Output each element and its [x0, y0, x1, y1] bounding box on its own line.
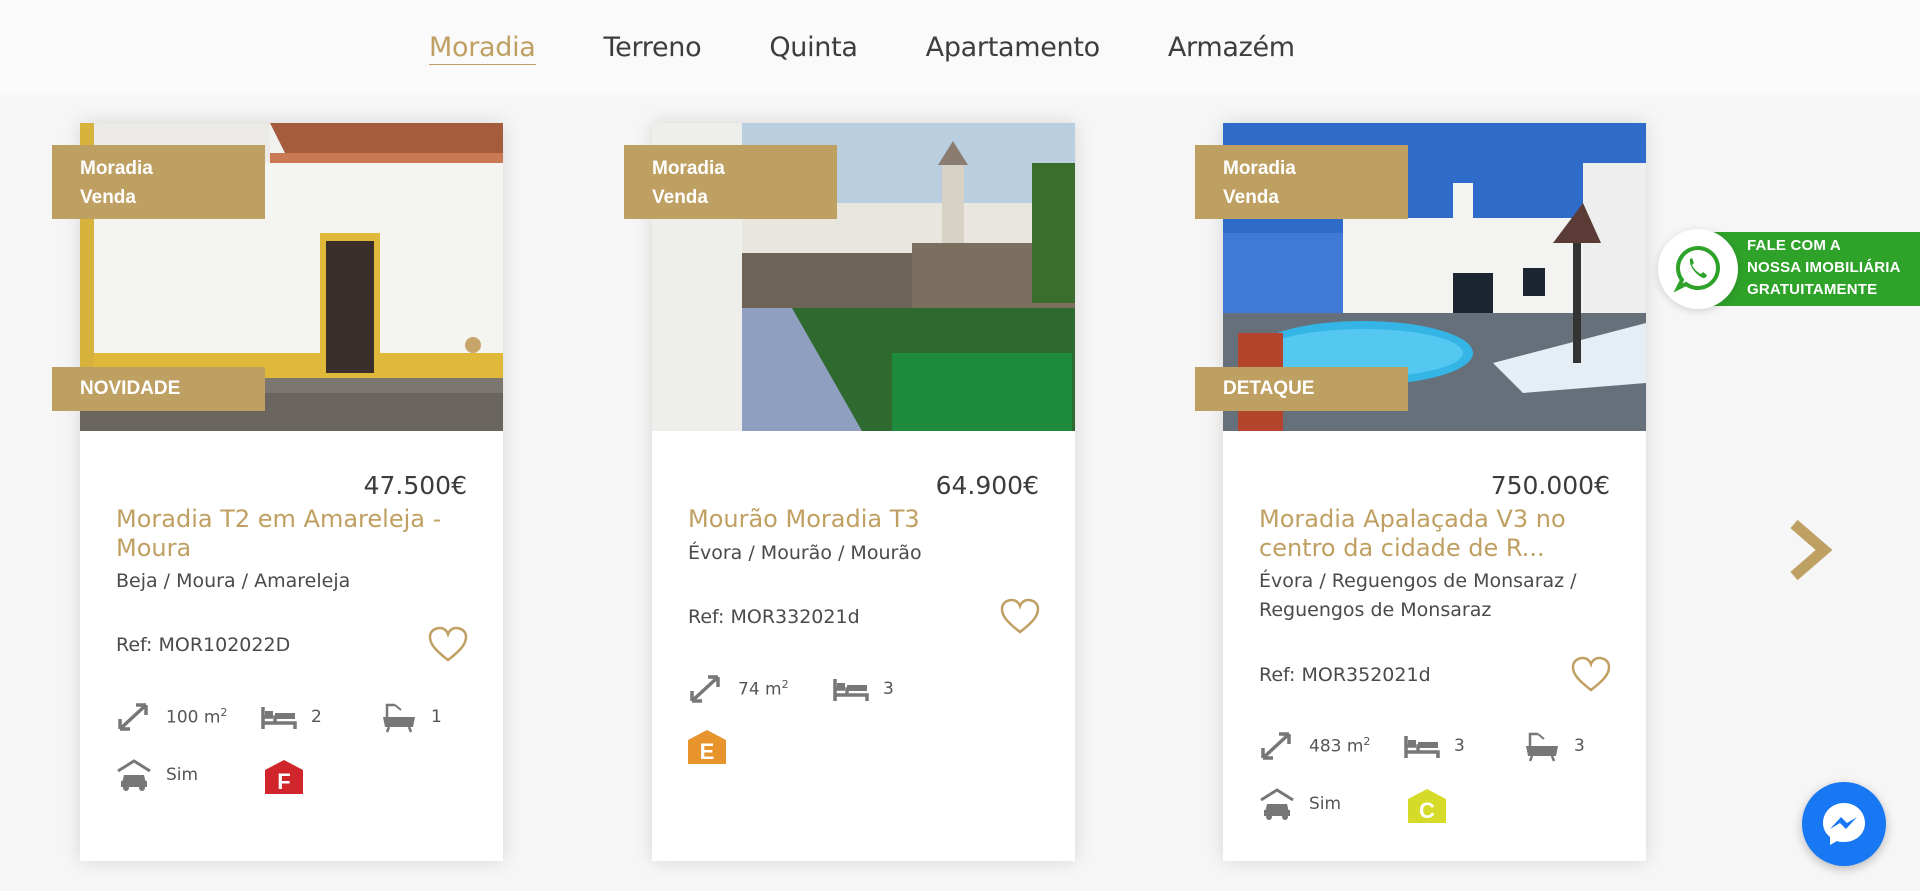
location: Évora / Mourão / Mourão [688, 542, 922, 564]
heart-icon[interactable] [999, 597, 1041, 635]
messenger-button[interactable] [1802, 782, 1886, 866]
resize-arrows-icon [118, 703, 148, 731]
price: 47.500€ [363, 471, 467, 500]
tab-apartamento[interactable]: Apartamento [926, 32, 1101, 65]
area-value: 74 m2 [738, 678, 789, 700]
property-type-tabs: Moradia Terreno Quinta Apartamento Armaz… [429, 32, 1363, 65]
bathtub-icon [383, 703, 415, 733]
property-title[interactable]: Moradia T2 em Amareleja - Moura [116, 505, 446, 563]
energy-rating-badge: E [688, 730, 726, 764]
bedrooms-value: 2 [311, 707, 322, 727]
property-card[interactable]: Moradia Venda NOVIDADE 47.500€ Moradia T… [52, 123, 503, 861]
badge-ribbon: NOVIDADE [52, 367, 265, 411]
ribbon-type: Moradia [80, 158, 153, 179]
energy-rating-badge: F [265, 760, 303, 794]
bedrooms-feature: 3 [833, 673, 894, 705]
bathrooms-value: 3 [1574, 736, 1585, 756]
whatsapp-button[interactable] [1658, 229, 1738, 309]
garage-value: Sim [166, 765, 199, 785]
location: Évora / Reguengos de Monsaraz / Reguengo… [1259, 570, 1577, 621]
bathtub-icon [1526, 732, 1558, 762]
bed-icon [261, 707, 297, 729]
property-title[interactable]: Moradia Apalaçada V3 no centro da cidade… [1259, 505, 1589, 563]
bed-icon [833, 679, 869, 701]
area-feature: 483 m2 [1259, 730, 1370, 762]
heart-icon[interactable] [427, 625, 469, 663]
area-feature: 74 m2 [688, 673, 789, 705]
bedrooms-feature: 3 [1404, 730, 1465, 762]
car-garage-icon [117, 759, 151, 791]
bedrooms-feature: 2 [261, 701, 322, 733]
area-value: 483 m2 [1309, 735, 1371, 757]
badge-ribbon: DETAQUE [1195, 367, 1408, 411]
area-feature: 100 m2 [116, 701, 227, 733]
garage-feature: Sim [1259, 788, 1341, 820]
bathrooms-feature: 3 [1524, 730, 1585, 762]
reference: Ref: MOR332021d [688, 606, 860, 628]
area-value: 100 m2 [166, 706, 228, 728]
bedrooms-value: 3 [883, 679, 894, 699]
property-card[interactable]: Moradia Venda DETAQUE 750.000€ Moradia A… [1195, 123, 1646, 861]
resize-arrows-icon [690, 675, 720, 703]
tab-armazem[interactable]: Armazém [1168, 32, 1295, 65]
ribbon-deal: Venda [80, 187, 136, 208]
reference: Ref: MOR352021d [1259, 664, 1431, 686]
svg-text:C: C [1419, 798, 1435, 823]
garage-value: Sim [1309, 794, 1342, 814]
ribbon-deal: Venda [1223, 187, 1279, 208]
property-title[interactable]: Mourão Moradia T3 [688, 505, 1018, 534]
tab-terreno[interactable]: Terreno [604, 32, 702, 65]
reference: Ref: MOR102022D [116, 634, 291, 656]
ribbon-type: Moradia [652, 158, 725, 179]
tab-quinta[interactable]: Quinta [769, 32, 858, 65]
resize-arrows-icon [1261, 732, 1291, 760]
ribbon-type: Moradia [1223, 158, 1296, 179]
heart-icon[interactable] [1570, 655, 1612, 693]
messenger-icon [1823, 803, 1865, 845]
price: 750.000€ [1490, 471, 1610, 500]
whatsapp-icon [1673, 245, 1720, 293]
energy-rating-badge: C [1408, 789, 1446, 823]
property-card[interactable]: Moradia Venda 64.900€ Mourão Moradia T3 … [624, 123, 1075, 861]
type-ribbon: Moradia Venda [1195, 145, 1408, 219]
type-ribbon: Moradia Venda [624, 145, 837, 219]
whatsapp-line-1: FALE COM A [1747, 237, 1841, 254]
whatsapp-line-3: GRATUITAMENTE [1747, 281, 1878, 298]
whatsapp-line-2: NOSSA IMOBILIÁRIA [1747, 259, 1901, 276]
price: 64.900€ [935, 471, 1039, 500]
svg-text:F: F [277, 769, 290, 794]
svg-text:E: E [700, 739, 715, 764]
bathrooms-feature: 1 [381, 701, 442, 733]
bed-icon [1404, 736, 1440, 758]
tab-moradia[interactable]: Moradia [429, 32, 536, 65]
chevron-right-icon[interactable] [1788, 520, 1832, 580]
garage-feature: Sim [116, 759, 198, 791]
ribbon-deal: Venda [652, 187, 708, 208]
type-ribbon: Moradia Venda [52, 145, 265, 219]
car-garage-icon [1260, 788, 1294, 820]
location: Beja / Moura / Amareleja [116, 570, 351, 592]
bedrooms-value: 3 [1454, 736, 1465, 756]
bathrooms-value: 1 [431, 707, 442, 727]
